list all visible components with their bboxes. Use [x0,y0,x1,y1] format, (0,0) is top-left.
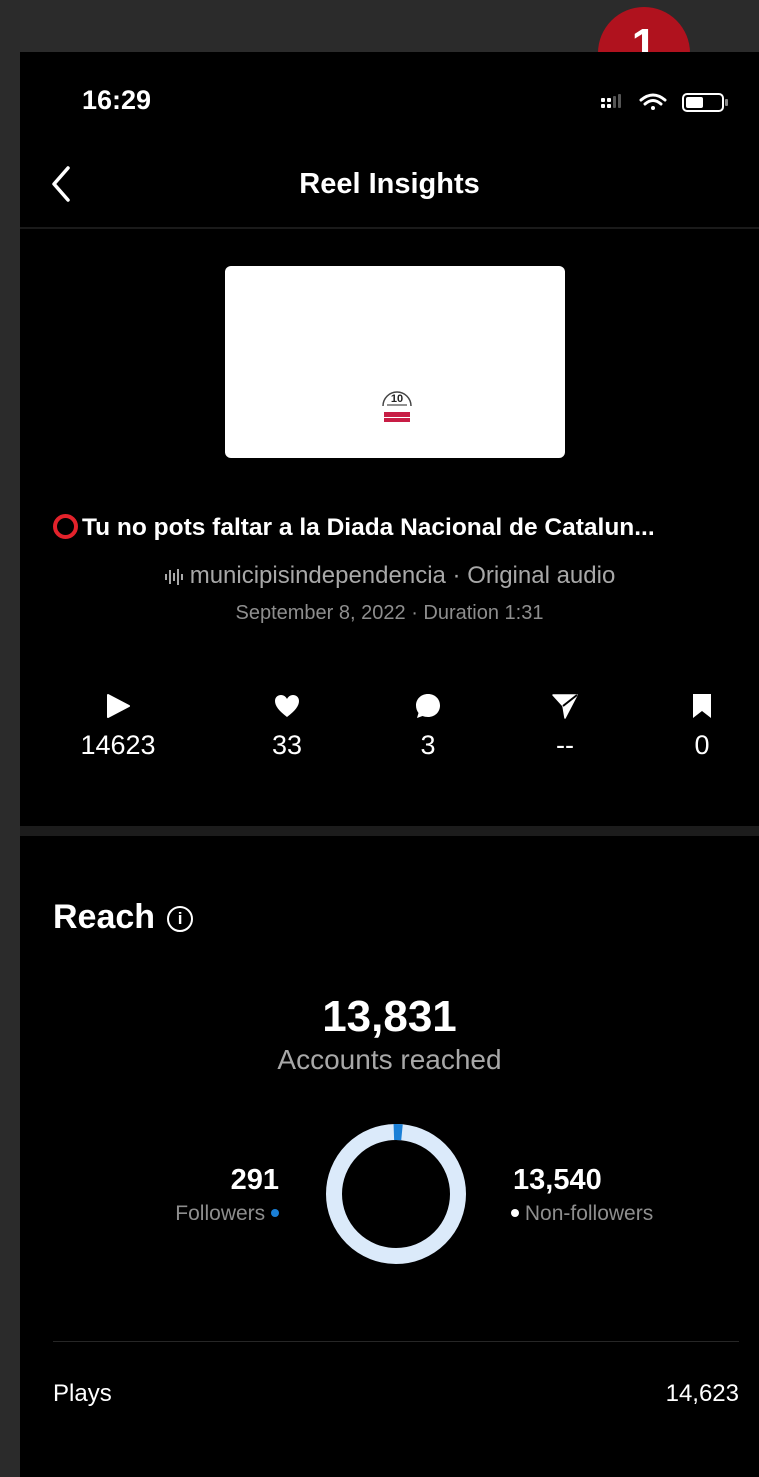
status-time: 16:29 [82,85,152,115]
audio-type: · Original audio [452,562,616,589]
non-followers-label: Non-followers [524,1202,654,1225]
audio-wave-icon [164,569,183,585]
followers-dot [271,1209,279,1217]
page-title: Reel Insights [299,168,480,200]
plays-count: 14623 [80,730,156,760]
heart-icon [275,695,299,717]
stat-plays: 14623 [48,692,188,761]
audio-account: municipisindependencia [189,562,446,589]
ten-years-logo: 10 [382,391,412,422]
info-icon[interactable]: i [167,906,194,932]
reach-heading-text: Reach [53,898,156,936]
stat-saves: 0 [632,692,759,761]
stat-likes: 33 [217,692,357,761]
accounts-reached-value: 13,831 [322,992,457,1041]
reach-donut-chart [326,1124,466,1264]
reach-heading: Reach i [53,898,194,937]
saves-count: 0 [694,730,710,760]
likes-count: 33 [271,730,303,760]
play-icon [107,694,130,718]
battery-icon [682,93,728,112]
audio-line[interactable]: municipisindependencia · Original audio [20,562,759,590]
reel-thumbnail[interactable]: 10 [225,266,565,458]
reel-caption: Tu no pots faltar a la Diada Nacional de… [53,514,743,542]
bookmark-icon [693,694,711,718]
non-followers-legend: Non-followers [511,1202,653,1226]
comments-count: 3 [420,730,436,760]
followers-legend: Followers [175,1202,279,1226]
followers-label: Followers [175,1202,266,1225]
stat-shares: -- [495,692,635,761]
send-icon [552,694,578,719]
shares-count: -- [556,730,574,760]
followers-value: 291 [230,1164,279,1196]
header-divider [20,227,759,229]
reel-caption-text: Tu no pots faltar a la Diada Nacional de… [82,514,655,541]
non-followers-value: 13,540 [513,1164,602,1196]
plays-row-label: Plays [53,1380,112,1407]
logo-text: 10 [391,393,403,405]
signal-icon [601,94,621,108]
duration: · Duration 1:31 [411,602,544,624]
plays-divider [53,1341,739,1342]
comment-icon [416,694,440,718]
date-duration-line: September 8, 2022 · Duration 1:31 [20,602,759,625]
phone-screen: 16:29 Reel Insights 10 Tu no pots faltar… [20,52,759,1477]
post-date: September 8, 2022 [235,602,406,624]
red-circle-icon [53,514,78,539]
non-followers-arc [326,1124,466,1264]
accounts-reached-label: Accounts reached [277,1044,502,1075]
status-icons [601,93,728,112]
wifi-icon [639,93,667,110]
plays-row-value: 14,623 [665,1380,739,1407]
non-followers-dot [511,1209,519,1217]
stat-comments: 3 [358,692,498,761]
section-divider [20,826,759,836]
